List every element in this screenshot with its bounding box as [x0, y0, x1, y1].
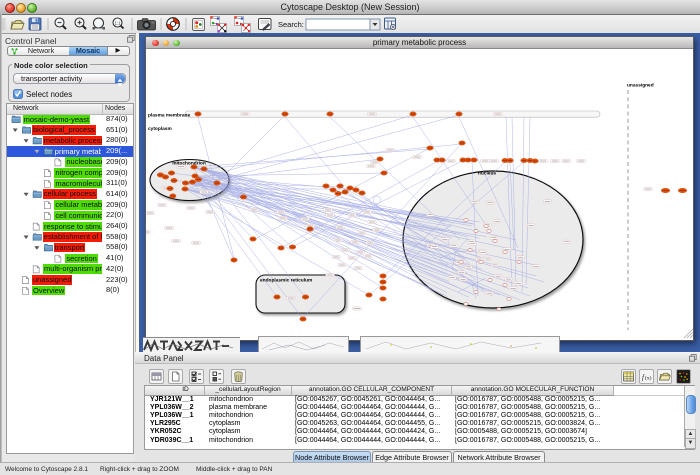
svg-text:(x): (x): [645, 375, 652, 382]
svg-text:unassigned: unassigned: [627, 83, 654, 89]
svg-text:Search:: Search:: [278, 20, 304, 29]
svg-text:plasma membrane: plasma membrane: [148, 113, 190, 119]
svg-text:endoplasmic reticulum: endoplasmic reticulum: [260, 278, 312, 284]
svg-text:1:1: 1:1: [115, 20, 121, 25]
svg-text:mitochondrion: mitochondrion: [172, 161, 206, 167]
svg-text:nucleus: nucleus: [478, 171, 496, 177]
svg-text:cytoplasm: cytoplasm: [148, 126, 172, 132]
